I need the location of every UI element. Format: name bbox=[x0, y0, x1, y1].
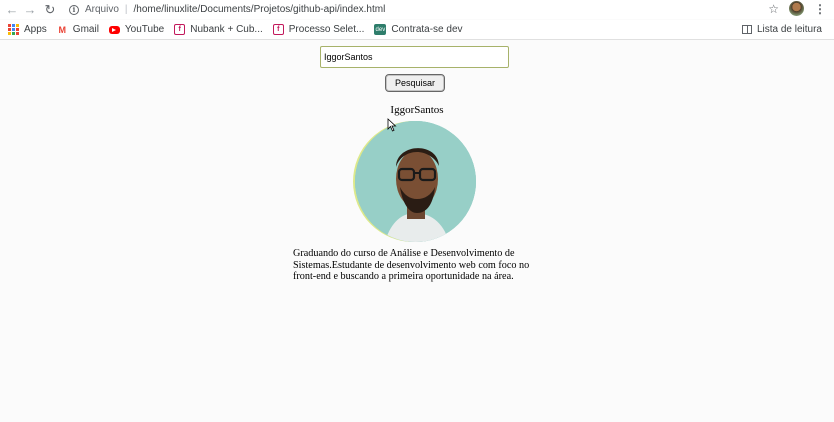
profile-photo bbox=[355, 121, 476, 242]
info-icon[interactable]: i bbox=[69, 4, 79, 15]
youtube-icon bbox=[108, 25, 120, 34]
back-arrow-icon[interactable]: ← bbox=[3, 1, 21, 19]
profile-avatar bbox=[355, 121, 476, 242]
bookmark-label: Gmail bbox=[72, 24, 99, 35]
reload-icon[interactable]: ↻ bbox=[41, 1, 59, 19]
bookmark-processo-seletivo[interactable]: f Processo Selet... bbox=[272, 24, 365, 35]
security-label: Arquivo bbox=[85, 4, 119, 15]
kebab-menu-icon[interactable]: ⋮ bbox=[814, 2, 826, 16]
address-divider: | bbox=[124, 4, 128, 15]
url-text[interactable]: /home/linuxlite/Documents/Projetos/githu… bbox=[134, 4, 386, 15]
profile-username: IggorSantos bbox=[390, 104, 444, 116]
bookmark-label: Processo Selet... bbox=[288, 24, 365, 35]
profile-bio: Graduando do curso de Análise e Desenvol… bbox=[293, 248, 530, 283]
bookmark-contrata-se-dev[interactable]: dev Contrata-se dev bbox=[374, 24, 463, 35]
reading-list-button[interactable]: Lista de leitura bbox=[741, 24, 822, 35]
toolbar-right: ☆ ⋮ bbox=[768, 1, 826, 16]
search-button[interactable]: Pesquisar bbox=[385, 74, 445, 92]
contrata-se-dev-icon: dev bbox=[374, 24, 387, 35]
reading-list-icon bbox=[741, 25, 752, 34]
bookmark-label: YouTube bbox=[124, 24, 165, 35]
forward-arrow-icon[interactable]: → bbox=[21, 1, 39, 19]
bookmark-youtube[interactable]: YouTube bbox=[108, 24, 165, 35]
bookmark-nubank[interactable]: f Nubank + Cub... bbox=[174, 24, 263, 35]
bookmark-label: Nubank + Cub... bbox=[190, 24, 263, 35]
bookmark-label: Contrata-se dev bbox=[391, 24, 463, 35]
bookmarks-bar: Apps M Gmail YouTube f Nubank + Cub... f… bbox=[0, 20, 834, 40]
address-bar[interactable]: i Arquivo | /home/linuxlite/Documents/Pr… bbox=[69, 4, 385, 15]
gmail-icon: M bbox=[58, 24, 67, 35]
username-search-input[interactable] bbox=[320, 46, 509, 68]
bookmark-gmail[interactable]: M Gmail bbox=[57, 24, 99, 35]
apps-grid-icon bbox=[8, 24, 19, 35]
bookmark-star-icon[interactable]: ☆ bbox=[768, 2, 779, 16]
mouse-cursor-icon bbox=[387, 118, 397, 132]
bookmark-apps[interactable]: Apps bbox=[8, 24, 47, 35]
bookmark-label: Apps bbox=[24, 24, 47, 35]
bookmark-page-icon: f bbox=[272, 24, 284, 35]
profile-avatar-icon[interactable] bbox=[789, 1, 804, 16]
nubank-icon: f bbox=[174, 24, 186, 35]
browser-toolbar: ← → ↻ i Arquivo | /home/linuxlite/Docume… bbox=[0, 0, 834, 19]
reading-list-label: Lista de leitura bbox=[756, 24, 822, 35]
